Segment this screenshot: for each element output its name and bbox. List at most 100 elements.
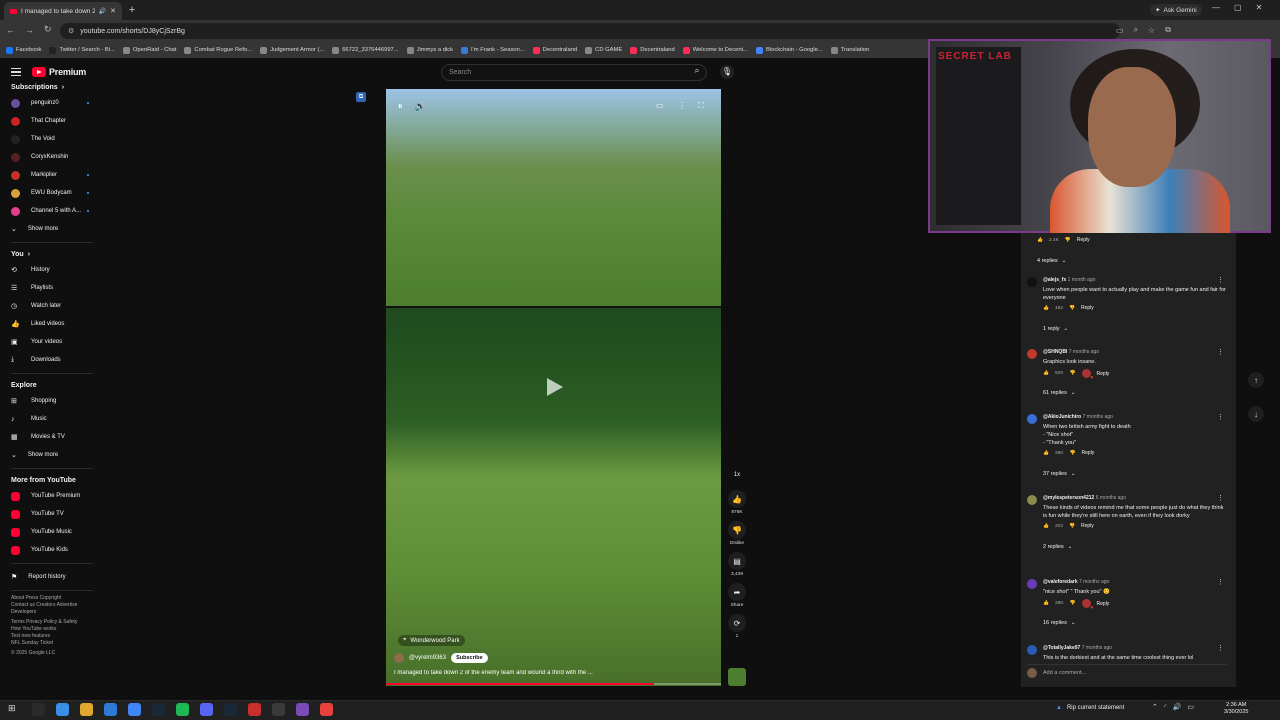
reply-button[interactable]: Reply (1082, 450, 1095, 456)
speaker-icon[interactable]: 🔊 (99, 8, 106, 15)
reply-button[interactable]: Reply (1081, 305, 1094, 311)
play-overlay-icon[interactable] (541, 376, 563, 398)
previous-short-button[interactable]: ↑ (1248, 372, 1264, 388)
comment-author[interactable]: @SHNQBI (1043, 349, 1067, 355)
reply-button[interactable]: Reply (1081, 523, 1094, 529)
reply-button[interactable]: Reply (1097, 601, 1110, 607)
comment-author[interactable]: @AkioJunichiro (1043, 414, 1081, 420)
bookmark-item[interactable]: Decentraland (532, 46, 577, 54)
sidebar-item[interactable]: ◷ Watch later (0, 297, 104, 315)
sidebar-item[interactable]: ⟲ History (0, 261, 104, 279)
thumbs-up-icon[interactable]: 👍 (1043, 371, 1049, 376)
replies-toggle[interactable]: 2 replies ⌄ (1043, 544, 1072, 550)
taskbar-app-icon[interactable] (248, 703, 261, 716)
cast-icon[interactable]: ▭ (1116, 26, 1124, 35)
sidebar-item-more[interactable]: YouTube Premium (0, 487, 104, 505)
bookmark-item[interactable]: 66722_3376446997... (332, 46, 399, 54)
sidebar-item-more[interactable]: YouTube TV (0, 505, 104, 523)
channel-handle[interactable]: @vyrelm9363 (409, 655, 446, 661)
subscriptions-header[interactable]: Subscriptions › (0, 80, 104, 94)
thumbs-up-icon[interactable]: 👍 (1043, 451, 1049, 456)
forward-icon[interactable]: → (25, 25, 34, 35)
taskbar-app-icon[interactable] (56, 703, 69, 716)
back-icon[interactable]: ← (6, 25, 15, 35)
volume-icon[interactable]: 🔊 (415, 101, 426, 112)
site-info-icon[interactable]: ⚙ (68, 27, 74, 35)
taskbar-app-icon[interactable] (176, 703, 189, 716)
replies-toggle[interactable]: 37 replies ⌄ (1043, 471, 1075, 477)
bookmark-item[interactable]: I'm Frank - Season... (461, 46, 525, 54)
bookmark-item[interactable]: Decentraland (630, 46, 675, 54)
sidebar-item[interactable]: ☰ Playlists (0, 279, 104, 297)
taskbar-app-icon[interactable] (128, 703, 141, 716)
microphone-icon[interactable]: 🎙 (720, 65, 734, 79)
replies-toggle[interactable]: 16 replies ⌄ (1043, 620, 1075, 626)
like-button[interactable]: 👍 876K (727, 490, 747, 515)
taskbar-app-icon[interactable] (80, 703, 93, 716)
subscribe-button[interactable]: Subscribe (451, 653, 488, 663)
browser-tab[interactable]: I managed to take down 2 ... 🔊 ✕ (4, 2, 122, 20)
sidebar-item-subscription[interactable]: penguinz0 (0, 94, 104, 112)
channel-avatar[interactable] (394, 653, 404, 663)
wifi-icon[interactable]: ◜ (1164, 703, 1167, 711)
avatar[interactable] (1027, 349, 1037, 359)
sidebar-item[interactable]: ⤓ Downloads (0, 351, 104, 369)
taskbar-app-icon[interactable] (152, 703, 165, 716)
taskbar-app-icon[interactable] (32, 703, 45, 716)
bookmark-item[interactable]: Combat Rogue Refo... (184, 46, 252, 54)
comment-author[interactable]: @mylespeterson4212 (1043, 495, 1094, 501)
hamburger-menu-icon[interactable] (11, 68, 21, 76)
comment-author[interactable]: @alejs_fx (1043, 277, 1066, 283)
thumbs-up-icon[interactable]: 👍 (1043, 601, 1049, 606)
bookmark-item[interactable]: CD GAME (585, 46, 622, 54)
sidebar-item-subscription[interactable]: That Chapter (0, 112, 104, 130)
comment-author[interactable]: @TotallyJake97 (1043, 645, 1080, 651)
sound-thumbnail[interactable] (728, 668, 746, 686)
maximize-icon[interactable]: ▢ (1234, 3, 1242, 12)
zoom-icon[interactable]: ⌕ (1134, 25, 1138, 35)
captions-icon[interactable]: ▭ (656, 101, 664, 110)
address-bar[interactable]: ⚙ youtube.com/shorts/DJ8yCjSzrBg (60, 23, 1120, 39)
sidebar-item-subscription[interactable]: CoryxKenshin (0, 148, 104, 166)
add-comment-field[interactable]: Add a comment... (1027, 664, 1227, 678)
dislike-button[interactable]: 👎 Dislike (727, 521, 747, 546)
bookmark-item[interactable]: Twitter / Search - Bi... (49, 46, 115, 54)
close-tab-icon[interactable]: ✕ (110, 7, 116, 15)
share-button[interactable]: ➦ Share (727, 583, 747, 608)
thumbs-up-icon[interactable]: 👍 (1043, 524, 1049, 529)
bookmark-item[interactable]: Judgement Armor (... (260, 46, 324, 54)
windows-start-icon[interactable]: ⊞ (8, 703, 21, 716)
taskbar-app-icon[interactable] (104, 703, 117, 716)
reload-icon[interactable]: ↻ (44, 24, 52, 35)
extension-badge-icon[interactable]: ⧉ (356, 92, 366, 102)
short-video-player[interactable]: ⏸ 🔊 ▭ ⋮ ⛶ ⌖ Wonderwood Park @vyrelm9363 … (386, 89, 721, 686)
thumbs-down-icon[interactable]: 👎 (1069, 306, 1075, 311)
sidebar-item-subscription[interactable]: Markiplier (0, 166, 104, 184)
taskbar-app-icon[interactable] (200, 703, 213, 716)
sidebar-item-report-history[interactable]: ⚑ Report history (0, 568, 104, 586)
extensions-icon[interactable]: ⧉ (1165, 25, 1171, 35)
speed-button[interactable]: 1x (727, 466, 747, 484)
youtube-logo[interactable]: Premium (32, 67, 86, 77)
more-options-icon[interactable]: ⋮ (1217, 413, 1224, 421)
comments-button[interactable]: ▤ 3,439 (727, 552, 747, 577)
sidebar-item[interactable]: ♪ Music (0, 410, 104, 428)
thumbs-down-icon[interactable]: 👎 (1070, 451, 1076, 456)
you-header[interactable]: You › (0, 247, 104, 261)
sidebar-item-subscription[interactable]: The Void (0, 130, 104, 148)
sidebar-item[interactable]: ⊞ Shopping (0, 392, 104, 410)
close-window-icon[interactable]: ✕ (1256, 3, 1263, 12)
search-icon[interactable]: ⌕ (688, 65, 706, 80)
bookmark-item[interactable]: Welcome to Decent... (682, 46, 748, 54)
comment-author[interactable]: @valeforedark (1043, 579, 1078, 585)
sidebar-item[interactable]: 👍 Liked videos (0, 315, 104, 333)
show-more-explore[interactable]: ⌄ Show more (0, 446, 104, 464)
thumbs-down-icon[interactable]: 👎 (1065, 238, 1071, 243)
more-options-icon[interactable]: ⋮ (678, 101, 686, 110)
taskbar-clock[interactable]: 2:36 AM 3/30/2025 (1224, 702, 1248, 716)
next-short-button[interactable]: ↓ (1248, 406, 1264, 422)
short-title[interactable]: I managed to take down 2 of the enemy te… (394, 670, 694, 676)
replies-toggle[interactable]: 1 reply ⌄ (1043, 326, 1068, 332)
search-input[interactable]: Search (441, 64, 707, 81)
ask-gemini-button[interactable]: ✦ Ask Gemini (1150, 4, 1202, 16)
